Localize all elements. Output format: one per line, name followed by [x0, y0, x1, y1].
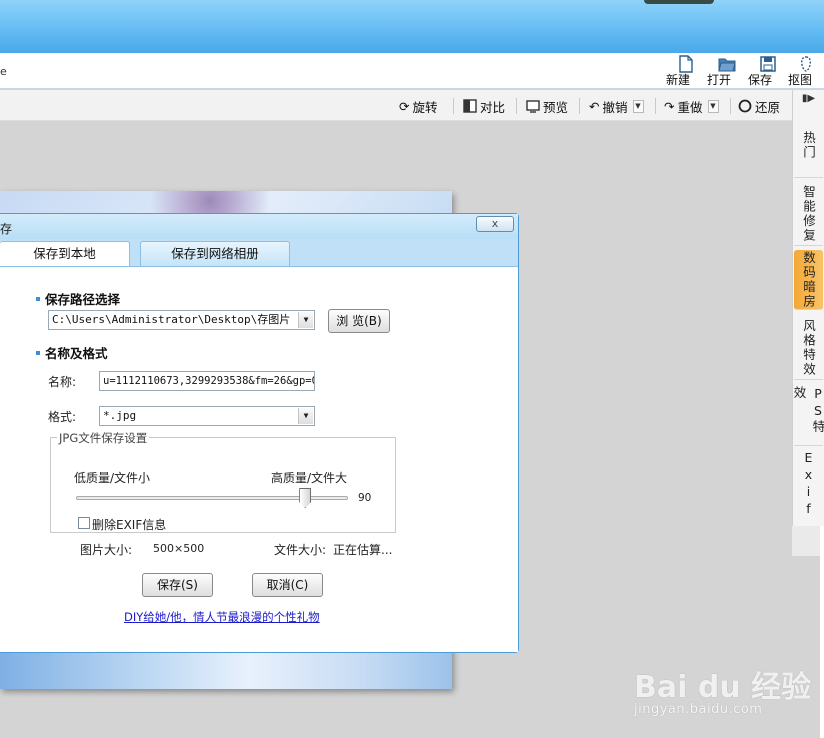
format-value: *.jpg	[103, 409, 137, 422]
window-titlebar	[0, 0, 824, 53]
photo-bottom-region	[0, 649, 452, 689]
compare-label: 对比	[480, 99, 506, 115]
tab-save-online-album[interactable]: 保存到网络相册	[140, 241, 290, 266]
toolbar-divider	[579, 98, 580, 114]
cancel-button[interactable]: 取消(C)	[252, 573, 323, 597]
panel-edge	[820, 526, 824, 738]
high-quality-label: 高质量/文件大	[271, 471, 348, 485]
toolbar-edge-text: e	[0, 65, 7, 78]
file-name-input[interactable]: u=1112110673,3299293538&fm=26&gp=0_	[99, 371, 315, 391]
jpg-settings-legend: JPG文件保存设置	[57, 430, 150, 446]
save-button[interactable]: 保存(S)	[142, 573, 213, 597]
side-item-digital-darkroom[interactable]: 数码暗房	[794, 250, 823, 310]
name-section-heading: 名称及格式	[36, 343, 108, 362]
remove-exif-label: 删除EXIF信息	[92, 518, 167, 532]
path-section-heading: 保存路径选择	[36, 289, 120, 308]
dialog-title: 存	[0, 222, 13, 236]
side-item-ps-effects[interactable]: PS特效	[792, 386, 824, 446]
save-toolbar-button[interactable]: 保存	[748, 55, 788, 89]
preview-label: 预览	[543, 99, 569, 115]
save-dialog: 存 x 保存到本地 保存到网络相册 保存路径选择 C:\Users\Admini…	[0, 213, 519, 653]
image-size-label: 图片大小:	[80, 543, 133, 557]
dialog-close-button[interactable]: x	[476, 216, 514, 232]
compare-button[interactable]: 对比	[463, 97, 505, 115]
right-strip	[792, 526, 824, 738]
chevron-down-icon: ▼	[298, 408, 313, 424]
remove-exif-checkbox[interactable]	[78, 517, 90, 529]
name-heading-text: 名称及格式	[45, 346, 108, 361]
path-heading-text: 保存路径选择	[45, 292, 121, 307]
low-quality-label: 低质量/文件小	[74, 471, 151, 485]
side-item-exif[interactable]: Exif	[794, 450, 823, 518]
undo-icon: ↶	[589, 98, 600, 114]
side-item-style-effects[interactable]: 风格特效	[794, 316, 823, 380]
open-button[interactable]: 打开	[707, 55, 747, 89]
preview-icon	[526, 100, 540, 113]
new-button[interactable]: 新建	[666, 55, 706, 89]
redo-label: 重做	[677, 99, 703, 115]
dialog-body: 保存路径选择 C:\Users\Administrator\Desktop\存图…	[0, 266, 518, 652]
collapse-panel-icon[interactable]: ▮▶	[793, 93, 824, 111]
browse-button[interactable]: 浏 览(B)	[328, 309, 390, 333]
floppy-disk-icon	[760, 56, 776, 72]
restore-label: 还原	[755, 99, 781, 115]
new-file-icon	[679, 55, 693, 73]
toolbar-divider	[516, 98, 517, 114]
toolbar-divider	[730, 98, 731, 114]
rotate-button[interactable]: ⟳ 旋转	[399, 97, 438, 115]
preview-button[interactable]: 预览	[526, 97, 568, 115]
undo-dropdown-arrow[interactable]: ▼	[632, 99, 644, 113]
watermark-brand: Bai du 经验	[634, 670, 812, 705]
undo-label: 撤销	[602, 99, 628, 115]
quality-value: 90	[358, 492, 372, 504]
new-button-label: 新建	[666, 73, 691, 87]
tab-save-local[interactable]: 保存到本地	[0, 241, 130, 267]
chevron-down-icon: ▼	[298, 312, 313, 328]
redo-icon: ↷	[664, 98, 675, 114]
side-item-hot[interactable]: 热门	[794, 114, 823, 178]
titlebar-decoration	[644, 0, 714, 4]
compare-icon	[463, 99, 477, 113]
file-size-value: 正在估算...	[333, 543, 393, 557]
side-item-smart-repair[interactable]: 智能修复	[794, 182, 823, 246]
capture-button-label: 抠图	[788, 73, 813, 87]
redo-button[interactable]: ↷ 重做 ▼	[664, 97, 719, 115]
dialog-titlebar: 存 x	[0, 214, 518, 239]
main-toolbar: e 新建 打开 保存 抠图	[0, 53, 824, 89]
save-path-select[interactable]: C:\Users\Administrator\Desktop\存图片 ▼	[48, 310, 315, 330]
redo-dropdown-arrow[interactable]: ▼	[707, 99, 719, 113]
toolbar-divider	[655, 98, 656, 114]
section-bullet	[36, 350, 40, 355]
rotate-label: 旋转	[412, 99, 438, 115]
toolbar-divider	[453, 98, 454, 114]
edit-toolbar: ⟳ 旋转 对比 预览 ↶ 撤销 ▼ ↷ 重做 ▼ 还原	[0, 90, 792, 121]
format-select[interactable]: *.jpg ▼	[99, 406, 315, 426]
format-label: 格式:	[48, 410, 77, 424]
save-toolbar-label: 保存	[748, 73, 773, 87]
name-label: 名称:	[48, 375, 77, 389]
promo-link[interactable]: DIY给她/他，情人节最浪漫的个性礼物	[124, 609, 320, 625]
side-panel: ▮▶ 热门 智能修复 数码暗房 风格特效 PS特效 Exif	[792, 90, 824, 526]
restore-icon	[738, 99, 752, 113]
save-path-value: C:\Users\Administrator\Desktop\存图片	[52, 313, 291, 326]
cutout-icon	[800, 56, 812, 72]
open-button-label: 打开	[707, 73, 732, 87]
section-bullet	[36, 296, 40, 301]
capture-button[interactable]: 抠图	[788, 55, 824, 89]
restore-button[interactable]: 还原	[738, 97, 780, 115]
baidu-watermark: Bai du 经验 jingyan.baidu.com	[634, 648, 811, 728]
undo-button[interactable]: ↶ 撤销 ▼	[589, 97, 644, 115]
rotate-icon: ⟳	[399, 98, 410, 114]
file-size-label: 文件大小:	[274, 543, 327, 557]
folder-open-icon	[718, 58, 736, 72]
image-size-value: 500×500	[153, 542, 205, 555]
watermark-url: jingyan.baidu.com	[634, 702, 763, 717]
